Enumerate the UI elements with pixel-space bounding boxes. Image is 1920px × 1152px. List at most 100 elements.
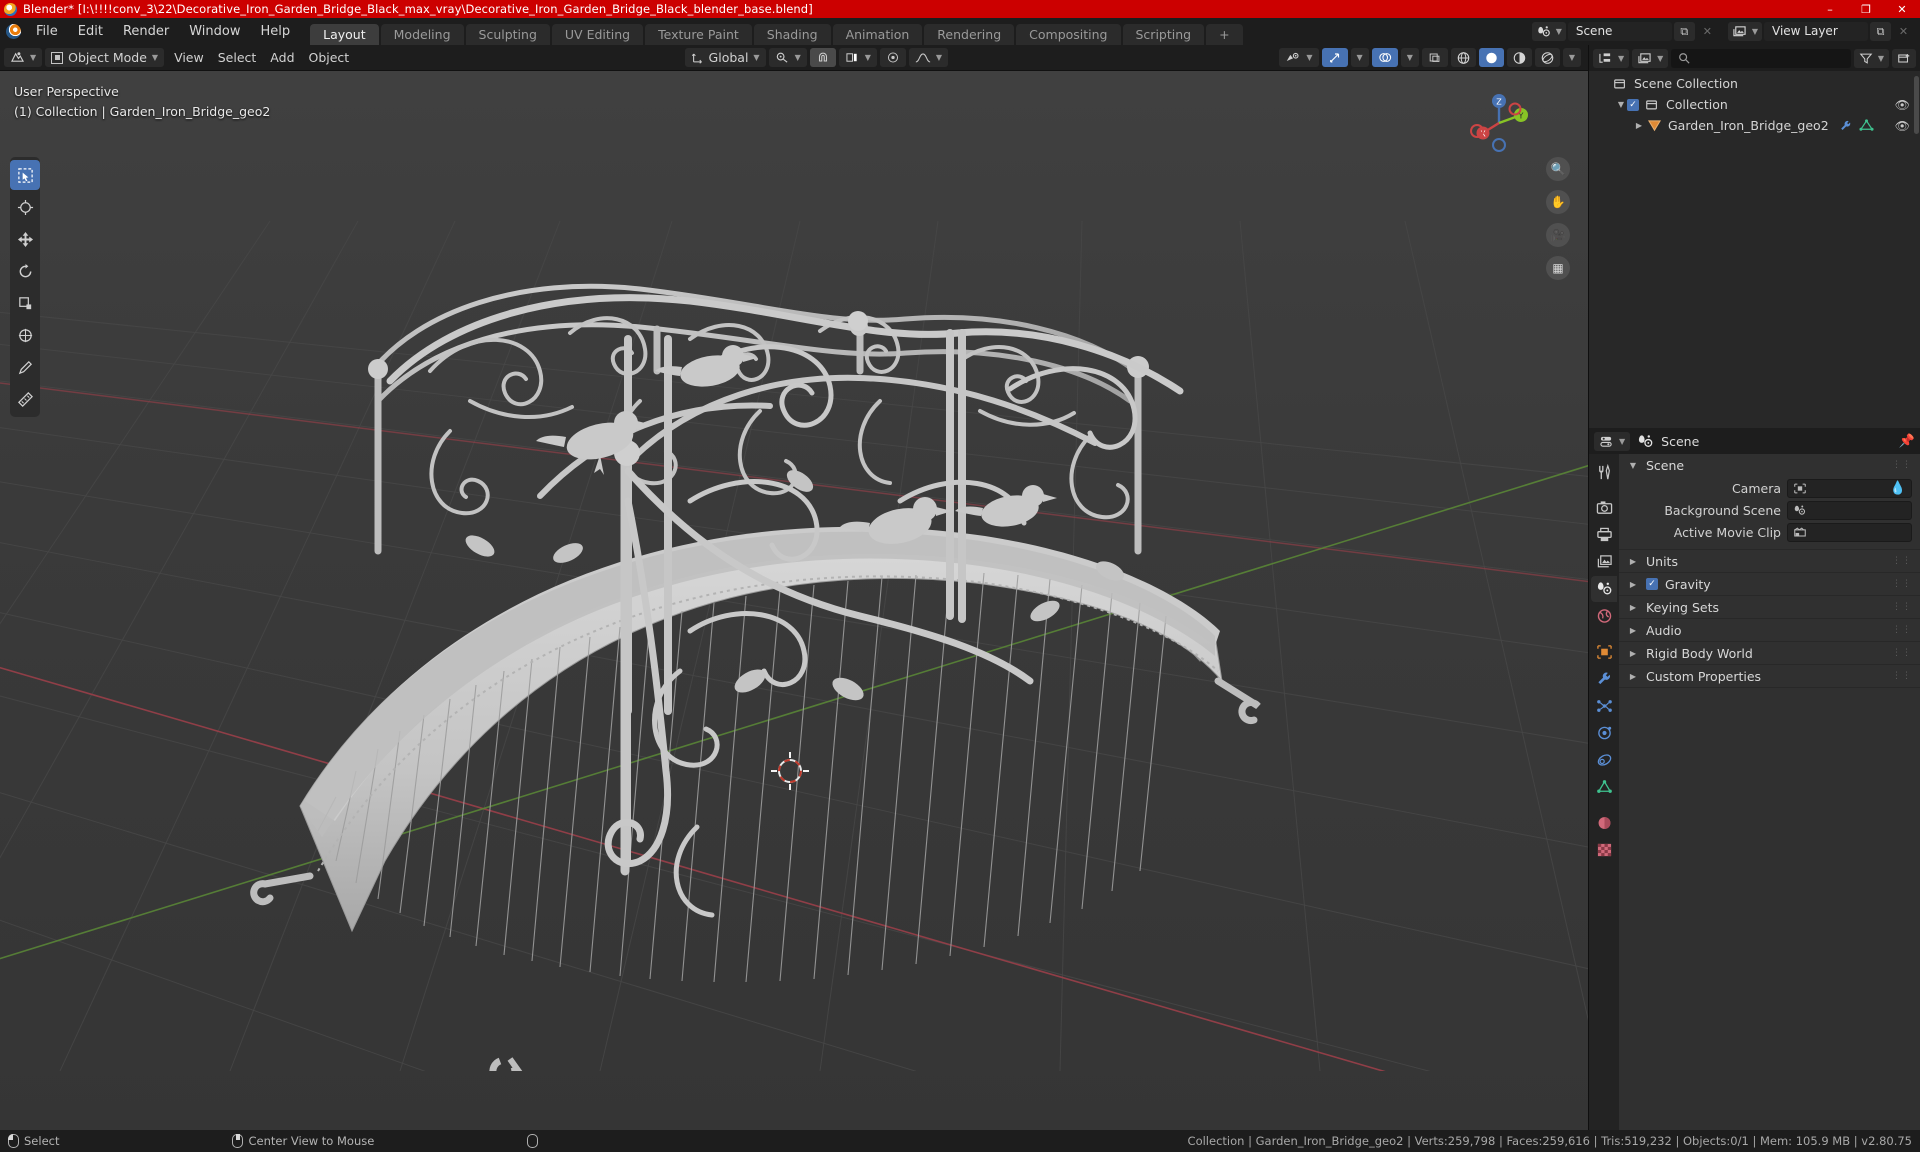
disclosure-triangle-icon[interactable]: ▶ <box>1627 557 1639 566</box>
disclosure-triangle-icon[interactable]: ▶ <box>1627 672 1639 681</box>
properties-tab-particles[interactable] <box>1591 693 1617 719</box>
snap-target-selector[interactable]: ▼ <box>839 48 877 67</box>
viewport-menu-view[interactable]: View <box>167 48 211 67</box>
properties-tab-tool[interactable] <box>1591 459 1617 485</box>
tab-rendering[interactable]: Rendering <box>924 24 1014 45</box>
outliner-row-object[interactable]: ▶ Garden_Iron_Bridge_geo2 👁 <box>1589 115 1920 136</box>
outliner-display-mode-button[interactable]: ▼ <box>1632 49 1668 68</box>
outliner-search-input[interactable] <box>1671 49 1851 68</box>
panel-drag-dots[interactable]: ⋮⋮ <box>1892 460 1912 470</box>
active-movie-clip-field[interactable] <box>1787 523 1912 542</box>
panel-custom-properties-header[interactable]: ▶ Custom Properties ⋮⋮ <box>1619 665 1920 687</box>
visibility-eye-icon[interactable]: 👁 <box>1895 98 1910 112</box>
tab-uv-editing[interactable]: UV Editing <box>552 24 643 45</box>
tab-sculpting[interactable]: Sculpting <box>466 24 550 45</box>
properties-tab-world[interactable] <box>1591 603 1617 629</box>
outliner-editor-type-button[interactable]: ▼ <box>1593 49 1629 68</box>
disclosure-triangle-icon[interactable]: ▶ <box>1627 626 1639 635</box>
disclosure-triangle-icon[interactable]: ▼ <box>1627 461 1639 470</box>
shading-wireframe-button[interactable] <box>1451 48 1476 67</box>
panel-audio-header[interactable]: ▶ Audio ⋮⋮ <box>1619 619 1920 641</box>
viewport-menu-add[interactable]: Add <box>263 48 301 67</box>
xray-toggle[interactable] <box>1422 48 1448 67</box>
remove-view-layer-button[interactable]: ✕ <box>1893 22 1914 41</box>
properties-editor-type-button[interactable]: ▼ <box>1594 432 1630 451</box>
tool-rotate[interactable] <box>10 256 40 286</box>
properties-tab-physics[interactable] <box>1591 720 1617 746</box>
shading-solid-button[interactable] <box>1479 48 1504 67</box>
shading-material-preview-button[interactable] <box>1507 48 1532 67</box>
tab-animation[interactable]: Animation <box>833 24 923 45</box>
visibility-selector[interactable]: ▼ <box>1279 48 1318 67</box>
menu-edit[interactable]: Edit <box>68 18 113 45</box>
menu-render[interactable]: Render <box>113 18 179 45</box>
menu-help[interactable]: Help <box>251 18 301 45</box>
panel-drag-dots[interactable]: ⋮⋮ <box>1892 602 1912 612</box>
background-scene-field[interactable] <box>1787 501 1912 520</box>
properties-tab-object[interactable] <box>1591 639 1617 665</box>
eyedropper-icon[interactable]: 💧 <box>1890 481 1906 496</box>
tab-layout[interactable]: Layout <box>310 24 379 45</box>
disclosure-triangle-icon[interactable]: ▶ <box>1627 603 1639 612</box>
blender-menu-icon[interactable] <box>0 18 26 45</box>
visibility-eye-icon[interactable]: 👁 <box>1895 119 1910 133</box>
properties-tab-object-data[interactable] <box>1591 774 1617 800</box>
shading-options[interactable]: ▼ <box>1563 48 1581 67</box>
new-scene-button[interactable]: ⧉ <box>1674 22 1695 41</box>
properties-tab-modifier[interactable] <box>1591 666 1617 692</box>
scene-name-field[interactable]: Scene <box>1568 22 1672 41</box>
panel-scene-header[interactable]: ▼ Scene ⋮⋮ <box>1619 454 1920 476</box>
menu-file[interactable]: File <box>26 18 68 45</box>
properties-tab-render[interactable] <box>1591 495 1617 521</box>
tab-modeling[interactable]: Modeling <box>381 24 464 45</box>
panel-drag-dots[interactable]: ⋮⋮ <box>1892 579 1912 589</box>
proportional-editing-toggle[interactable] <box>880 48 906 67</box>
object-mode-selector[interactable]: Object Mode ▼ <box>45 48 164 67</box>
view-layer-name-field[interactable]: View Layer <box>1764 22 1868 41</box>
tool-move[interactable] <box>10 224 40 254</box>
menu-window[interactable]: Window <box>179 18 250 45</box>
overlays-toggle[interactable] <box>1372 48 1398 67</box>
gravity-checkbox[interactable]: ✓ <box>1646 578 1658 590</box>
properties-tab-constraints[interactable] <box>1591 747 1617 773</box>
add-workspace-button[interactable]: + <box>1206 24 1242 45</box>
perspective-toggle-icon[interactable]: ▦ <box>1546 256 1570 280</box>
close-button[interactable]: ✕ <box>1884 0 1920 18</box>
properties-tab-output[interactable] <box>1591 522 1617 548</box>
editor-type-button[interactable]: ▼ <box>4 48 42 67</box>
tool-transform[interactable] <box>10 320 40 350</box>
pin-icon[interactable]: 📌 <box>1899 434 1915 449</box>
tool-cursor[interactable] <box>10 192 40 222</box>
snap-pivot-button[interactable]: ▼ <box>769 48 807 67</box>
tab-compositing[interactable]: Compositing <box>1016 24 1120 45</box>
falloff-selector[interactable]: ▼ <box>909 48 948 67</box>
outliner-filter-button[interactable]: ▼ <box>1854 49 1889 68</box>
viewport-menu-select[interactable]: Select <box>211 48 264 67</box>
tab-shading[interactable]: Shading <box>754 24 831 45</box>
remove-scene-button[interactable]: ✕ <box>1697 22 1718 41</box>
move-view-icon[interactable]: ✋ <box>1546 190 1570 214</box>
panel-rigid-body-world-header[interactable]: ▶ Rigid Body World ⋮⋮ <box>1619 642 1920 664</box>
scene-browse-icon[interactable]: ▼ <box>1532 22 1566 41</box>
panel-drag-dots[interactable]: ⋮⋮ <box>1892 625 1912 635</box>
disclosure-triangle-icon[interactable]: ▶ <box>1633 121 1645 130</box>
tool-tweak-select-box[interactable] <box>10 160 40 190</box>
minimize-button[interactable]: – <box>1812 0 1848 18</box>
disclosure-triangle-icon[interactable]: ▼ <box>1615 100 1627 109</box>
navigation-gizmo[interactable]: Z Y X <box>1463 87 1535 159</box>
panel-units-header[interactable]: ▶ Units ⋮⋮ <box>1619 550 1920 572</box>
view-layer-browse-icon[interactable]: ▼ <box>1728 22 1762 41</box>
tool-scale[interactable] <box>10 288 40 318</box>
tool-measure[interactable] <box>10 384 40 414</box>
shading-rendered-button[interactable] <box>1535 48 1560 67</box>
gizmo-options[interactable]: ▼ <box>1351 48 1369 67</box>
properties-tab-view-layer[interactable] <box>1591 549 1617 575</box>
properties-tab-material[interactable] <box>1591 810 1617 836</box>
disclosure-triangle-icon[interactable]: ▶ <box>1627 580 1639 589</box>
panel-drag-dots[interactable]: ⋮⋮ <box>1892 671 1912 681</box>
camera-field[interactable]: 💧 <box>1787 479 1912 498</box>
panel-keying-sets-header[interactable]: ▶ Keying Sets ⋮⋮ <box>1619 596 1920 618</box>
outliner-row-collection[interactable]: ▼ ✓ Collection 👁 <box>1589 94 1920 115</box>
disclosure-triangle-icon[interactable]: ▶ <box>1627 649 1639 658</box>
outliner-scrollbar[interactable] <box>1914 76 1919 134</box>
